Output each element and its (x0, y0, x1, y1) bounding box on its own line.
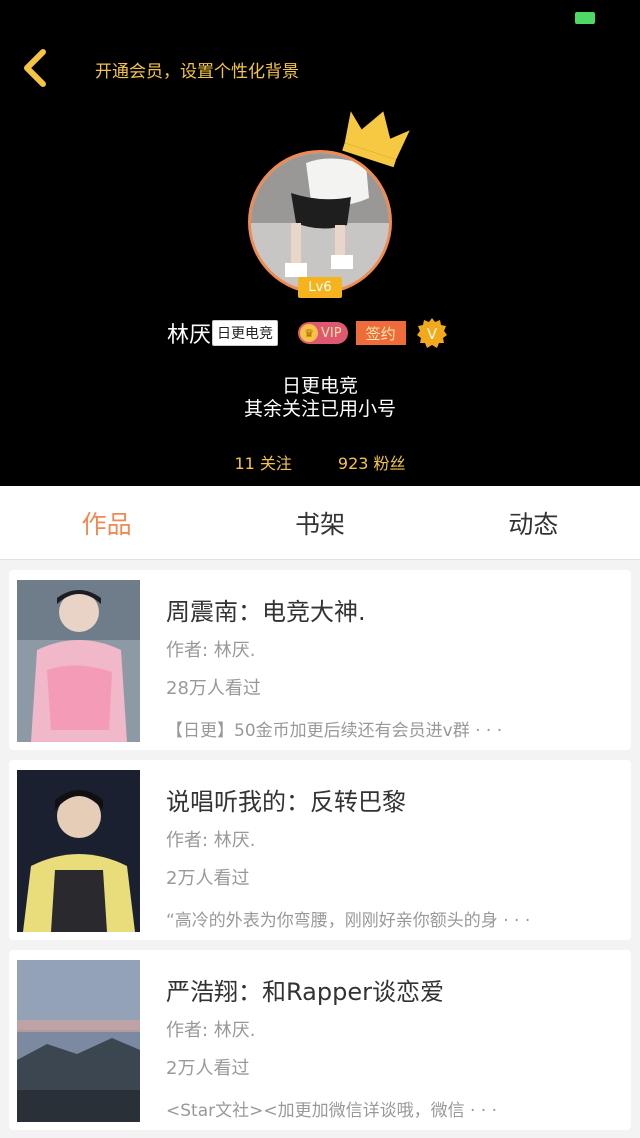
level-badge: Lv6 (298, 277, 342, 298)
work-views: 28万人看过 (166, 678, 261, 699)
crown-coin-icon: ♛ (300, 324, 318, 342)
vip-badge[interactable]: ♛ VIP (298, 322, 348, 344)
back-arrow-icon (24, 49, 46, 87)
following-count[interactable]: 11 关注 (234, 450, 291, 474)
followers-count[interactable]: 923 粉丝 (338, 450, 406, 474)
svg-text:V: V (426, 325, 437, 343)
work-cover-image[interactable] (17, 770, 140, 932)
bio-line-1: 日更电竞 (281, 375, 358, 397)
work-cover-image[interactable] (17, 580, 140, 742)
vip-label: VIP (321, 325, 342, 341)
tab-bookshelf[interactable]: 书架 (213, 486, 426, 559)
user-tag: 日更电竞 (212, 320, 278, 346)
crown-icon (342, 111, 410, 168)
work-description: “高冷的外表为你弯腰，刚刚好亲你额头的身 · · · (166, 911, 531, 931)
work-title: 严浩翔：和Rapper谈恋爱 (166, 978, 444, 1006)
work-views: 2万人看过 (166, 1058, 250, 1079)
signed-badge[interactable]: 签约 (355, 321, 406, 345)
work-card[interactable]: 严浩翔：和Rapper谈恋爱 作者: 林厌. 2万人看过 <Star文社><加更… (9, 950, 631, 1130)
work-title: 周震南：电竞大神. (166, 598, 366, 626)
profile-header: 开通会员，设置个性化背景 Lv6 林厌. 日更电竞 ♛ VIP 签约 V 日更电… (0, 0, 640, 486)
tab-activity[interactable]: 动态 (427, 486, 640, 559)
work-card[interactable]: 周震南：电竞大神. 作者: 林厌. 28万人看过 【日更】50金币加更后续还有会… (9, 570, 631, 750)
name-row: 林厌. 日更电竞 ♛ VIP 签约 V (167, 315, 448, 351)
back-button[interactable] (14, 48, 54, 88)
vip-background-link[interactable]: 开通会员，设置个性化背景 (95, 57, 299, 82)
tab-works[interactable]: 作品 (0, 486, 213, 559)
work-card[interactable]: 说唱听我的：反转巴黎 作者: 林厌. 2万人看过 “高冷的外表为你弯腰，刚刚好亲… (9, 760, 631, 940)
work-description: 【日更】50金币加更后续还有会员进v群 · · · (166, 721, 503, 741)
stats-row: 11 关注 923 粉丝 (0, 450, 640, 474)
work-title: 说唱听我的：反转巴黎 (166, 788, 406, 816)
work-author: 作者: 林厌. (166, 830, 256, 851)
username: 林厌. (167, 323, 218, 348)
bio-line-2: 其余关注已用小号 (243, 398, 396, 420)
battery-icon (575, 12, 595, 24)
work-description: <Star文社><加更加微信详谈哦，微信 · · · (166, 1101, 498, 1121)
work-views: 2万人看过 (166, 868, 250, 889)
profile-tabs: 作品 书架 动态 (0, 486, 640, 560)
work-author: 作者: 林厌. (166, 640, 256, 661)
avatar-container[interactable] (248, 111, 410, 294)
work-author: 作者: 林厌. (166, 1020, 256, 1041)
verified-v-icon: V (416, 318, 447, 348)
work-cover-image[interactable] (17, 960, 140, 1122)
